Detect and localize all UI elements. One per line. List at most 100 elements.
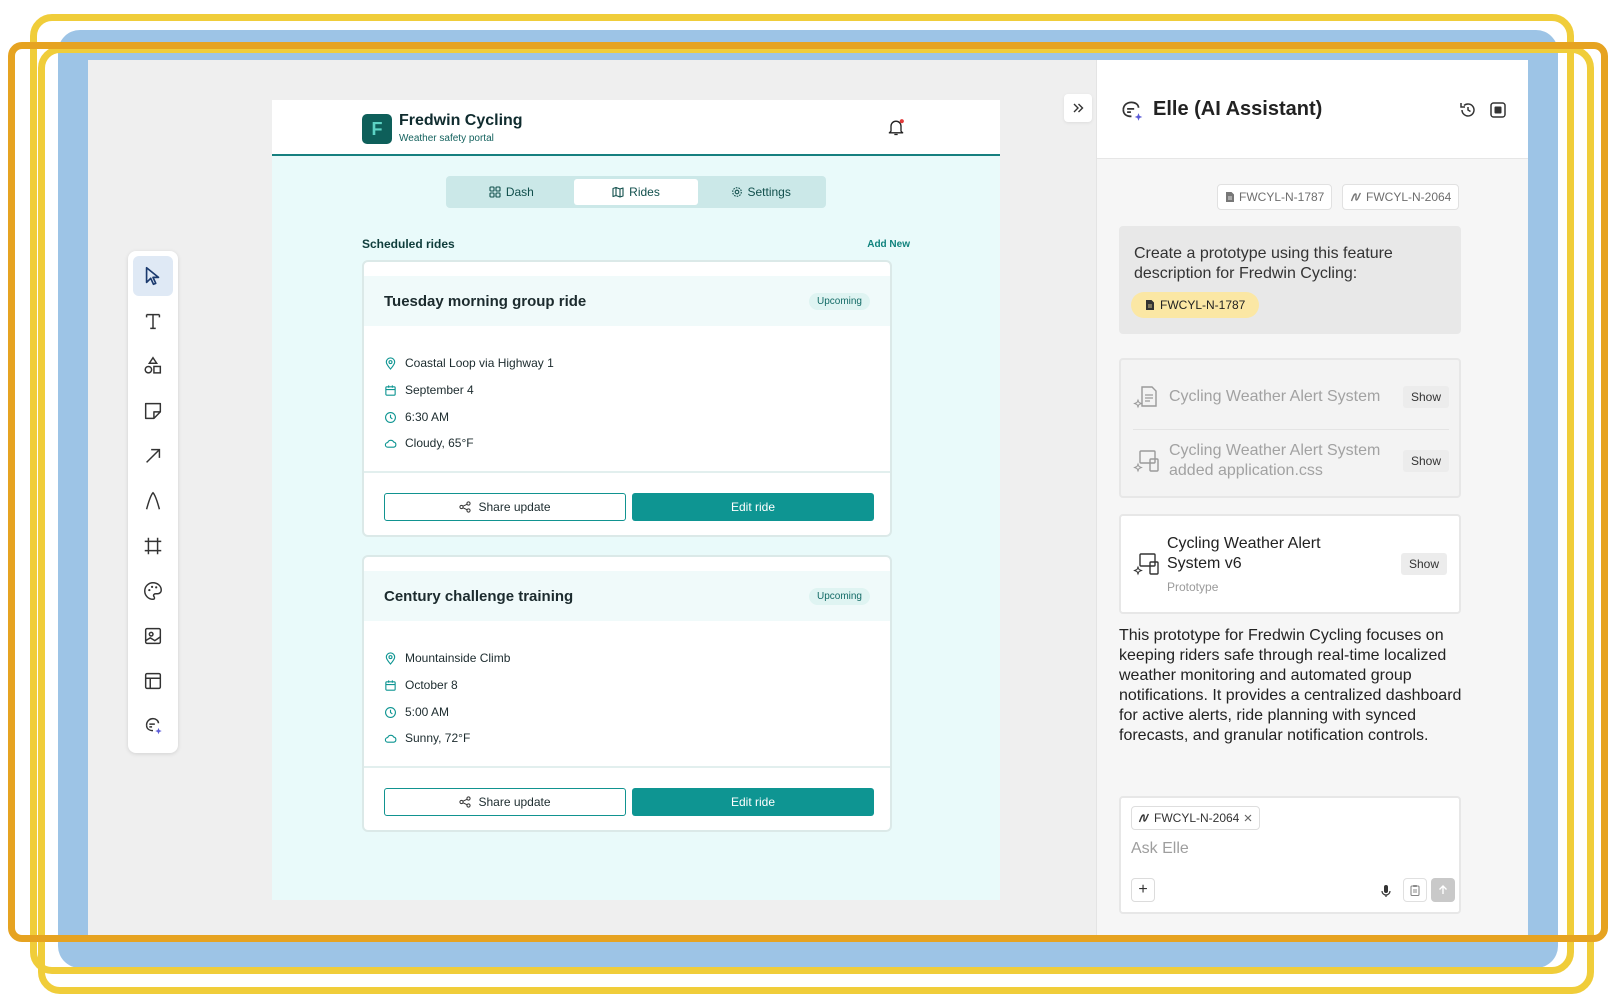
add-attachment-button[interactable]: + (1131, 878, 1155, 902)
assistant-title: Elle (AI Assistant) (1153, 98, 1323, 120)
tab-settings[interactable]: Settings (698, 179, 823, 205)
ai-devices-icon (1133, 450, 1159, 473)
design-canvas[interactable]: F Fredwin Cycling Weather safety portal … (88, 60, 1528, 940)
document-icon (1226, 192, 1234, 202)
shapes-tool-button[interactable] (133, 346, 173, 386)
text-tool-button[interactable] (133, 301, 173, 341)
figma-link-icon (1138, 813, 1150, 823)
ai-assistant-icon (145, 717, 162, 735)
location-pin-icon (385, 651, 396, 665)
prompt-text: Create a prototype using this feature de… (1134, 245, 1393, 282)
ride-card-header: Tuesday morning group ride Upcoming (364, 276, 890, 326)
section-title: Scheduled rides (362, 237, 455, 251)
location-pin-icon (385, 356, 396, 370)
file-item: Cycling Weather Alert System Show (1133, 368, 1449, 426)
ride-time-text: 6:30 AM (405, 410, 450, 424)
ride-time: 5:00 AM (384, 705, 449, 719)
cursor-icon (145, 266, 160, 286)
frame-tool-button[interactable] (133, 526, 173, 566)
ride-route-text: Coastal Loop via Highway 1 (405, 356, 554, 370)
send-button[interactable] (1431, 878, 1455, 902)
ride-title: Tuesday morning group ride (384, 293, 587, 310)
ask-elle-input[interactable] (1131, 840, 1431, 858)
ride-title: Century challenge training (384, 588, 574, 605)
edit-ride-button[interactable]: Edit ride (632, 493, 874, 521)
cloud-icon (384, 439, 397, 448)
clock-icon (385, 411, 396, 423)
select-tool-button[interactable] (133, 256, 173, 296)
arrow-tool-button[interactable] (133, 436, 173, 476)
layout-icon (144, 672, 162, 690)
ride-weather-text: Sunny, 72°F (405, 731, 471, 745)
reference-chip[interactable]: FWCYL-N-1787 (1217, 184, 1333, 210)
bell-icon[interactable] (886, 116, 906, 138)
arrow-icon (146, 448, 161, 463)
tab-rides[interactable]: Rides (573, 179, 699, 205)
shapes-icon (144, 356, 162, 374)
ride-weather: Sunny, 72°F (384, 731, 470, 745)
ai-assistant-tool-button[interactable] (133, 706, 173, 746)
gear-icon (731, 187, 742, 197)
calendar-icon (385, 679, 396, 691)
assistant-response: This prototype for Fredwin Cycling focus… (1119, 627, 1462, 744)
prompt-reference-chip[interactable]: FWCYL-N-1787 (1131, 292, 1260, 318)
clipboard-button[interactable] (1403, 878, 1427, 902)
clipboard-icon (1410, 885, 1420, 896)
close-icon[interactable] (1243, 813, 1253, 823)
generated-files-list: Cycling Weather Alert System Show Cyclin… (1119, 358, 1461, 498)
edit-ride-button[interactable]: Edit ride (632, 788, 874, 816)
document-icon (1146, 300, 1154, 310)
add-new-link[interactable]: Add New (867, 239, 910, 250)
divider (364, 471, 890, 473)
microphone-icon[interactable] (1379, 884, 1393, 898)
share-icon (459, 501, 472, 513)
tab-rides-label: Rides (629, 185, 660, 199)
prototype-frame: F Fredwin Cycling Weather safety portal … (272, 100, 1000, 900)
ai-assistant-icon (1122, 101, 1143, 121)
pen-tool-button[interactable] (133, 481, 173, 521)
ride-time: 6:30 AM (384, 410, 449, 424)
ride-card: Tuesday morning group ride Upcoming Coas… (362, 260, 892, 537)
ride-route-text: Mountainside Climb (405, 651, 511, 665)
status-badge: Upcoming (808, 293, 870, 310)
text-icon (145, 313, 161, 330)
style-tool-button[interactable] (133, 571, 173, 611)
prompt-chip-label: FWCYL-N-1787 (1160, 298, 1246, 312)
double-chevron-right-icon (1073, 103, 1084, 113)
share-update-label: Share update (478, 795, 551, 809)
map-icon (612, 186, 624, 198)
ai-document-icon (1133, 386, 1157, 409)
ride-card: Century challenge training Upcoming Moun… (362, 555, 892, 832)
ride-weather-text: Cloudy, 65°F (405, 436, 474, 450)
share-icon (459, 796, 472, 808)
clock-icon (385, 706, 396, 718)
ride-time-text: 5:00 AM (405, 705, 450, 719)
reference-chip[interactable]: FWCYL-N-2064 (1342, 184, 1460, 210)
file-name: Cycling Weather Alert System (1169, 388, 1381, 405)
brand-logo: F (362, 114, 392, 144)
layout-tool-button[interactable] (133, 661, 173, 701)
collapse-panel-button[interactable] (1064, 94, 1092, 122)
cloud-icon (384, 734, 397, 743)
chat-input: FWCYL-N-2064 + (1119, 796, 1461, 914)
share-update-button[interactable]: Share update (384, 788, 626, 816)
status-badge: Upcoming (808, 588, 870, 605)
brand-subtitle: Weather safety portal (399, 133, 494, 144)
show-button[interactable]: Show (1400, 553, 1447, 575)
history-icon[interactable] (1458, 100, 1478, 120)
image-icon (144, 627, 162, 645)
attached-reference-chip[interactable]: FWCYL-N-2064 (1131, 806, 1261, 830)
figma-link-icon (1350, 192, 1362, 202)
stop-icon[interactable] (1488, 100, 1508, 120)
prototype-name: Cycling Weather Alert System v6 (1167, 535, 1321, 572)
file-item: Cycling Weather Alert System added appli… (1133, 432, 1449, 490)
ai-assistant-panel: Elle (AI Assistant) FWCYL-N-1787 FWCYL-N… (1096, 60, 1528, 940)
reference-chip-label: FWCYL-N-1787 (1239, 190, 1325, 204)
image-tool-button[interactable] (133, 616, 173, 656)
show-button[interactable]: Show (1402, 450, 1449, 472)
share-update-button[interactable]: Share update (384, 493, 626, 521)
prototype-type: Prototype (1167, 580, 1219, 594)
show-button[interactable]: Show (1402, 386, 1449, 408)
sticky-note-tool-button[interactable] (133, 391, 173, 431)
tab-dash[interactable]: Dash (449, 179, 574, 205)
